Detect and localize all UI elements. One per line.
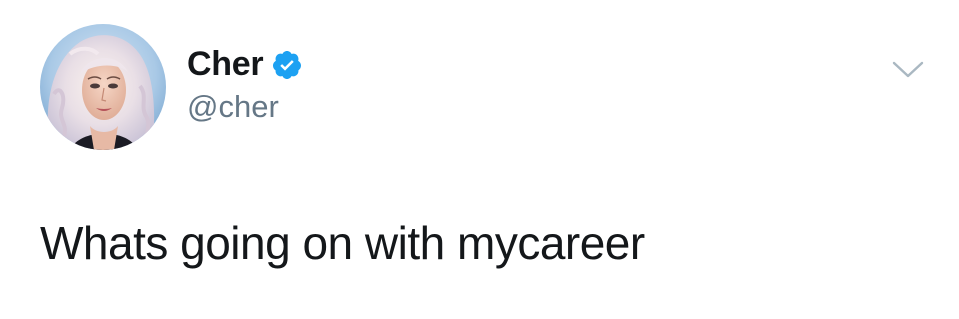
verified-badge-icon	[271, 49, 303, 81]
author-handle[interactable]: @cher	[187, 88, 279, 126]
avatar[interactable]	[40, 24, 166, 150]
tweet-menu-button[interactable]	[890, 56, 926, 82]
author-name-row[interactable]: Cher	[187, 44, 303, 84]
chevron-down-icon	[892, 61, 924, 78]
display-name[interactable]: Cher	[187, 44, 264, 84]
tweet-text: Whats going on with mycareer	[40, 217, 645, 269]
tweet-card: Cher @cher Whats going on with mycareer	[0, 0, 959, 319]
